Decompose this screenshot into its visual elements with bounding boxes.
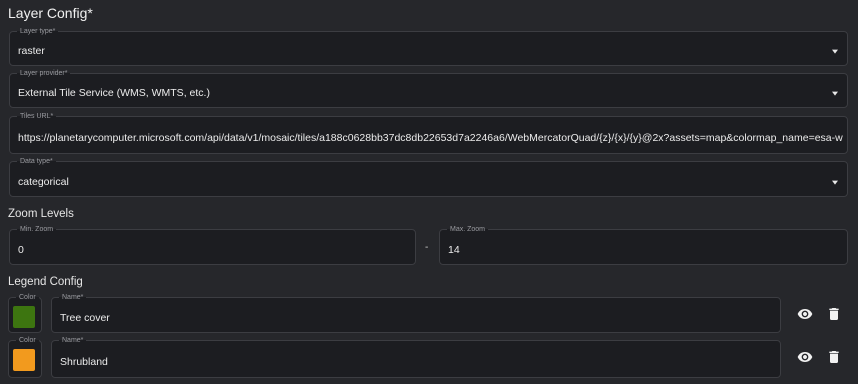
- zoom-range-separator: -: [425, 242, 429, 253]
- legend-color-picker[interactable]: Color: [8, 294, 42, 333]
- layer-type-select[interactable]: Layer type* raster: [9, 28, 848, 66]
- trash-icon[interactable]: [826, 349, 842, 365]
- caret-down-icon: [832, 49, 838, 54]
- caret-down-icon: [832, 91, 838, 96]
- max-zoom-value: 14: [448, 243, 460, 256]
- trash-icon[interactable]: [826, 306, 842, 322]
- data-type-select[interactable]: Data type* categorical: [9, 158, 848, 197]
- layer-provider-value: External Tile Service (WMS, WMTS, etc.): [18, 87, 210, 100]
- tiles-url-value: https://planetarycomputer.microsoft.com/…: [18, 131, 843, 144]
- tiles-url-input[interactable]: Tiles URL* https://planetarycomputer.mic…: [9, 113, 848, 154]
- layer-config-panel: Layer Config* Layer type* raster Layer p…: [0, 0, 858, 384]
- legend-name-input[interactable]: Name* Tree cover: [51, 294, 781, 333]
- layer-provider-select[interactable]: Layer provider* External Tile Service (W…: [9, 70, 848, 108]
- zoom-levels-title: Zoom Levels: [8, 208, 74, 220]
- legend-config-title: Legend Config: [8, 276, 83, 288]
- layer-type-value: raster: [18, 45, 45, 58]
- layer-provider-label: Layer provider*: [20, 70, 68, 77]
- color-swatch: [13, 306, 35, 328]
- max-zoom-label: Max. Zoom: [450, 226, 486, 233]
- min-zoom-label: Min. Zoom: [20, 226, 54, 233]
- min-zoom-value: 0: [18, 243, 24, 256]
- legend-name-input[interactable]: Name* Shrubland: [51, 337, 781, 378]
- legend-color-label: Color: [19, 294, 36, 301]
- legend-name-value: Shrubland: [60, 355, 108, 368]
- eye-icon[interactable]: [797, 306, 813, 322]
- page-title: Layer Config*: [8, 5, 93, 21]
- data-type-value: categorical: [18, 175, 69, 188]
- eye-icon[interactable]: [797, 349, 813, 365]
- legend-name-label: Name*: [62, 337, 84, 344]
- tiles-url-label: Tiles URL*: [20, 113, 54, 120]
- caret-down-icon: [832, 180, 838, 185]
- layer-type-label: Layer type*: [20, 28, 56, 35]
- legend-name-value: Tree cover: [60, 311, 110, 324]
- legend-color-label: Color: [19, 337, 36, 344]
- max-zoom-input[interactable]: Max. Zoom 14: [439, 226, 848, 265]
- legend-color-picker[interactable]: Color: [8, 337, 42, 378]
- min-zoom-input[interactable]: Min. Zoom 0: [9, 226, 416, 265]
- color-swatch: [13, 349, 35, 371]
- legend-name-label: Name*: [62, 294, 84, 301]
- data-type-label: Data type*: [20, 158, 53, 165]
